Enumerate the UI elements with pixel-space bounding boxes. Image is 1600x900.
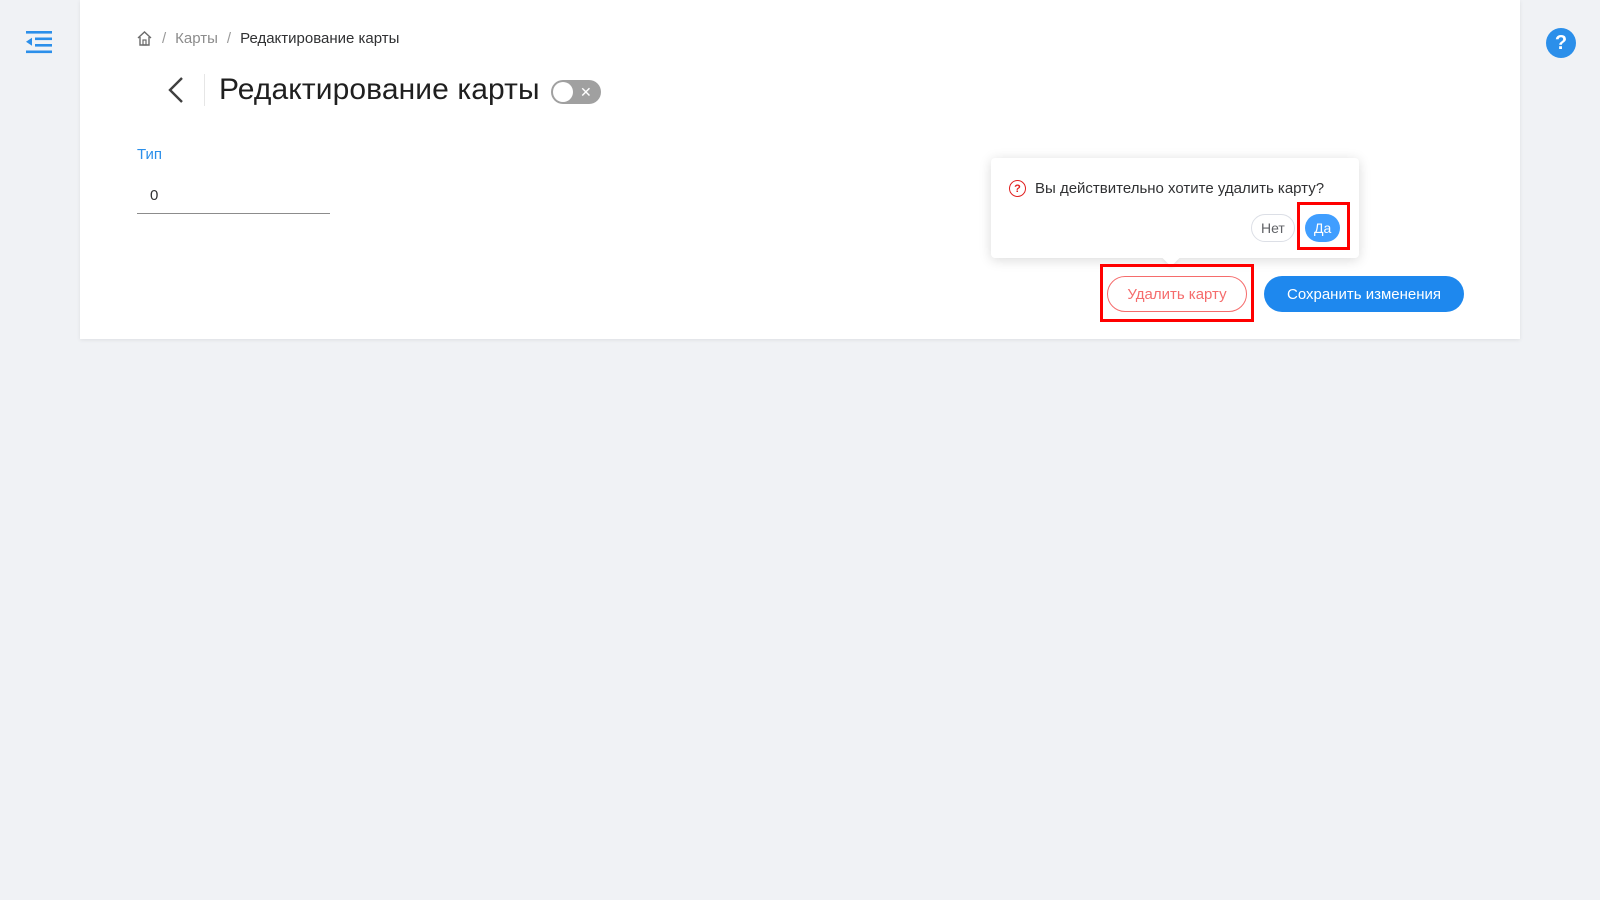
help-button[interactable]: ? — [1546, 28, 1576, 58]
home-icon[interactable] — [136, 30, 153, 47]
active-toggle[interactable]: ✕ — [550, 80, 601, 104]
help-icon: ? — [1554, 31, 1568, 54]
title-row: Редактирование карты ✕ — [166, 72, 601, 108]
save-changes-button[interactable]: Сохранить изменения — [1264, 276, 1464, 312]
question-circle-icon: ? — [1009, 180, 1026, 197]
breadcrumb: / Карты / Редактирование карты — [136, 30, 399, 47]
delete-card-button[interactable]: Удалить карту — [1107, 276, 1247, 312]
edit-card-panel: / Карты / Редактирование карты Редактиро… — [80, 0, 1520, 339]
toggle-knob — [552, 82, 573, 102]
close-icon: ✕ — [579, 84, 592, 100]
breadcrumb-separator: / — [162, 30, 167, 47]
page-title: Редактирование карты — [219, 73, 540, 106]
back-button[interactable] — [166, 72, 192, 108]
breadcrumb-current: Редактирование карты — [240, 30, 400, 47]
menu-fold-icon[interactable] — [24, 28, 54, 56]
confirm-yes-button[interactable]: Да — [1305, 214, 1341, 242]
chevron-left-icon — [168, 77, 183, 103]
type-input[interactable] — [137, 178, 330, 214]
breadcrumb-cards-link[interactable]: Карты — [175, 30, 218, 47]
breadcrumb-separator: / — [226, 30, 232, 47]
confirm-no-button[interactable]: Нет — [1251, 214, 1295, 242]
highlight-box: Удалить карту — [1100, 264, 1254, 322]
popconfirm-text: Вы действительно хотите удалить карту? — [1035, 180, 1325, 197]
highlight-box: Да — [1297, 202, 1350, 250]
title-divider — [204, 74, 205, 106]
type-field-label: Тип — [137, 146, 163, 163]
popconfirm-message: ? Вы действительно хотите удалить карту? — [1009, 180, 1324, 197]
delete-confirm-popover: ? Вы действительно хотите удалить карту?… — [991, 158, 1359, 258]
